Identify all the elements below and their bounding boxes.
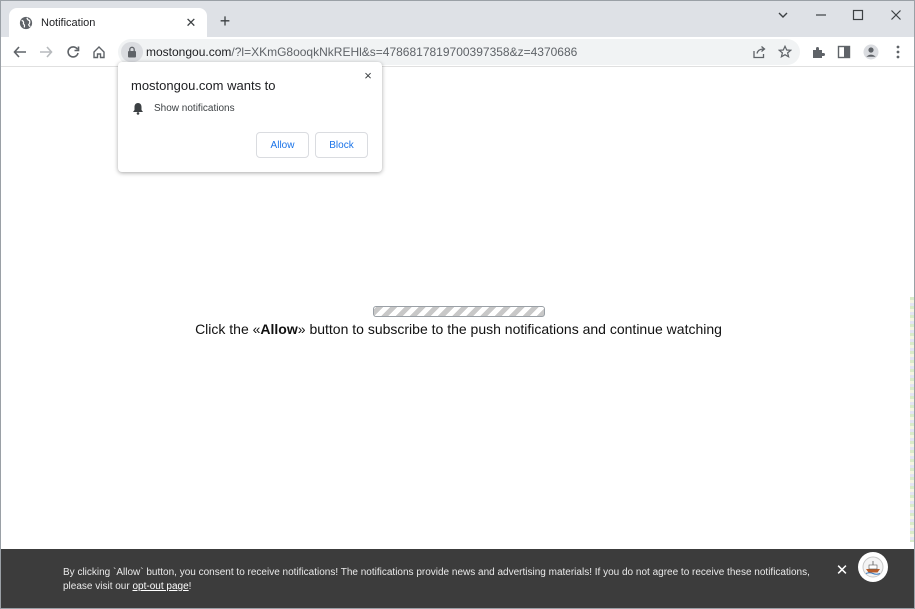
popup-title: mostongou.com wants to bbox=[131, 78, 276, 93]
tab-strip: Notification ✕ + bbox=[1, 1, 914, 37]
permission-item-label: Show notifications bbox=[154, 103, 235, 114]
call-to-action-text: Click the «Allow» button to subscribe to… bbox=[1, 321, 914, 337]
star-icon[interactable] bbox=[773, 40, 797, 64]
opt-out-link[interactable]: opt-out page bbox=[132, 581, 188, 592]
side-panel-icon[interactable] bbox=[832, 40, 856, 64]
consent-text-end: ! bbox=[188, 581, 192, 592]
close-icon[interactable] bbox=[876, 1, 914, 29]
browser-window: Notification ✕ + mostongou.com/?l=XKmG8o… bbox=[0, 0, 915, 609]
allow-button[interactable]: Allow bbox=[256, 132, 309, 158]
url-text: mostongou.com/?l=XKmG8ooqkNkREHl&s=47868… bbox=[146, 45, 577, 59]
home-icon[interactable] bbox=[87, 40, 111, 64]
lock-icon[interactable] bbox=[121, 42, 143, 62]
consent-bar: By clicking `Allow` button, you consent … bbox=[1, 549, 914, 608]
extensions-icon[interactable] bbox=[806, 40, 830, 64]
minimize-icon[interactable] bbox=[801, 1, 841, 29]
ship-logo-icon[interactable] bbox=[858, 552, 888, 582]
profile-icon[interactable] bbox=[859, 40, 883, 64]
forward-icon[interactable] bbox=[34, 40, 58, 64]
maximize-icon[interactable] bbox=[838, 1, 878, 29]
tab-close-icon[interactable]: ✕ bbox=[183, 15, 199, 31]
url-host: mostongou.com bbox=[146, 45, 232, 59]
loading-progress-bar bbox=[373, 306, 545, 317]
reload-icon[interactable] bbox=[61, 40, 85, 64]
popup-close-icon[interactable]: × bbox=[361, 68, 375, 83]
page-edge-strip bbox=[910, 297, 914, 542]
tab-title: Notification bbox=[41, 16, 96, 29]
back-icon[interactable] bbox=[8, 40, 32, 64]
notification-permission-popup: mostongou.com wants to × Show notificati… bbox=[118, 62, 382, 172]
new-tab-button[interactable]: + bbox=[215, 11, 235, 31]
menu-icon[interactable] bbox=[886, 40, 910, 64]
tab-notification[interactable]: Notification ✕ bbox=[9, 8, 207, 37]
consent-close-icon[interactable]: ✕ bbox=[833, 561, 851, 579]
chevron-down-icon[interactable] bbox=[763, 1, 803, 29]
cta-after: » button to subscribe to the push notifi… bbox=[297, 321, 722, 337]
block-button[interactable]: Block bbox=[315, 132, 368, 158]
globe-icon bbox=[19, 16, 33, 29]
share-icon[interactable] bbox=[747, 40, 771, 64]
bell-icon bbox=[133, 103, 143, 115]
consent-text: By clicking `Allow` button, you consent … bbox=[63, 566, 823, 594]
cta-before: Click the « bbox=[195, 321, 261, 337]
cta-allow-word: Allow bbox=[260, 321, 298, 337]
permission-item: Show notifications bbox=[132, 102, 235, 115]
url-path: /?l=XKmG8ooqkNkREHl&s=478681781970039735… bbox=[231, 45, 578, 59]
